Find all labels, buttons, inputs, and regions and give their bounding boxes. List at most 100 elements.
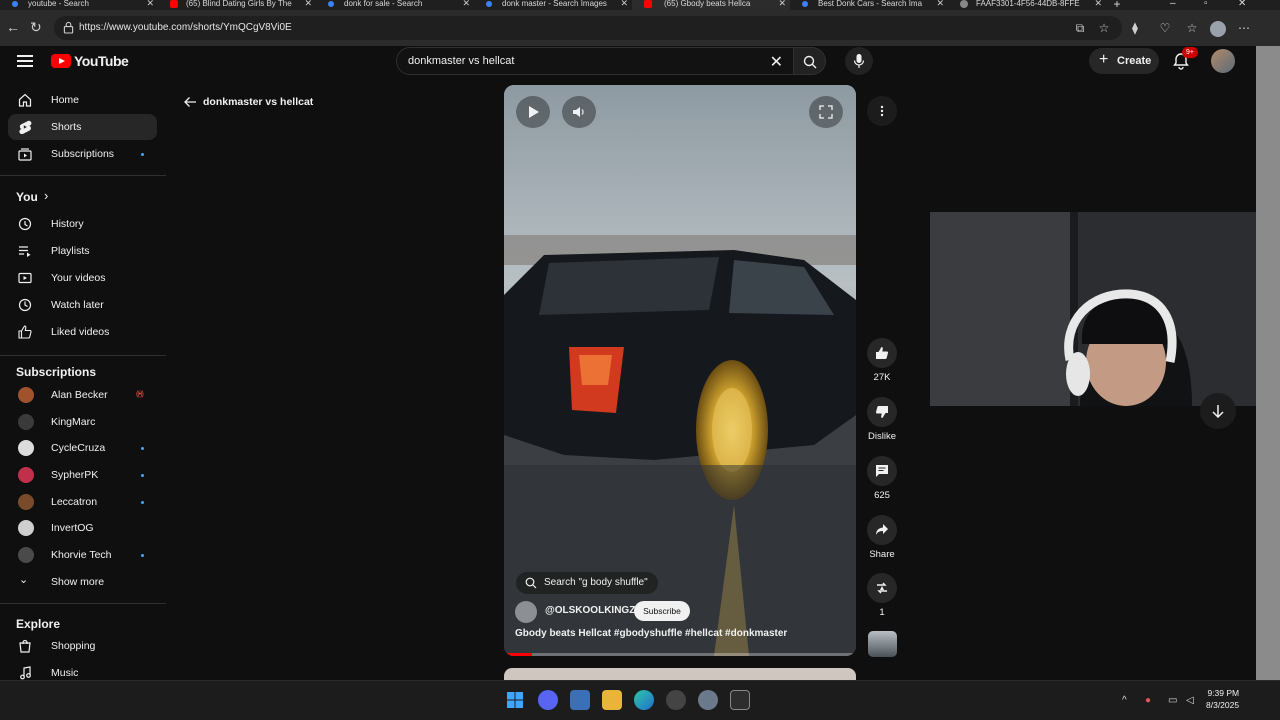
create-button[interactable]: + Create [1089, 48, 1159, 74]
sidebar-item-playlists[interactable]: Playlists [8, 238, 157, 264]
next-short-preview[interactable] [504, 668, 856, 680]
calendar-app-icon[interactable] [570, 690, 590, 710]
video-progress-bar[interactable] [504, 653, 856, 656]
browser-essentials-icon[interactable]: ♡ [1158, 21, 1172, 35]
browser-tab-active[interactable]: (65) Gbody beats Hellca ✕ [632, 0, 790, 10]
audio-source-thumbnail[interactable] [868, 631, 897, 657]
sidebar-item-history[interactable]: History [8, 211, 157, 237]
browser-tab[interactable]: (65) Blind Dating Girls By The ✕ [158, 0, 316, 10]
like-button[interactable] [867, 338, 897, 368]
close-tab-icon[interactable]: ✕ [462, 0, 470, 8]
play-button[interactable] [516, 96, 550, 128]
app-available-icon[interactable]: ⧉ [1073, 21, 1087, 35]
restore-icon[interactable]: ▫ [1204, 0, 1208, 9]
file-explorer-icon[interactable] [602, 690, 622, 710]
terminal-app-icon[interactable] [730, 690, 750, 710]
sidebar-heading-you[interactable]: You › [8, 184, 157, 210]
browser-tab[interactable]: FAAF3301-4F56-44DB-8FFE ✕ [948, 0, 1106, 10]
close-window-icon[interactable]: ✕ [1238, 0, 1246, 9]
next-short-button[interactable] [1200, 393, 1236, 429]
music-note-icon [20, 666, 31, 680]
menu-icon[interactable] [17, 55, 33, 67]
sidebar-item-music[interactable]: Music [8, 660, 157, 680]
more-vertical-icon [880, 105, 884, 117]
remix-action[interactable]: 1 [864, 573, 900, 618]
remix-button[interactable] [867, 573, 897, 603]
comments-action[interactable]: 625 [864, 456, 900, 501]
settings-gear-icon[interactable] [698, 690, 718, 710]
new-tab-button[interactable]: + [1106, 0, 1128, 10]
search-input[interactable]: donkmaster vs hellcat ✕ [396, 47, 794, 75]
browser-tab[interactable]: Best Donk Cars - Search Ima ✕ [790, 0, 948, 10]
discord-icon[interactable] [538, 690, 558, 710]
close-tab-icon[interactable]: ✕ [620, 0, 628, 8]
browser-tab[interactable]: youtube - Search ✕ [0, 0, 158, 10]
sidebar-item-your-videos[interactable]: Your videos [8, 265, 157, 291]
taskbar-clock[interactable]: 9:39 PM 8/3/2025 [1206, 687, 1239, 711]
sidebar-item-subscriptions[interactable]: Subscriptions [8, 141, 157, 167]
shorts-video-player[interactable]: Search "g body shuffle" @OLSKOOLKINGZ Su… [504, 85, 856, 656]
channel-name[interactable]: @OLSKOOLKINGZ [545, 605, 635, 616]
favorite-star-icon[interactable]: ☆ [1097, 21, 1111, 35]
sidebar-channel[interactable]: SypherPK [8, 462, 157, 488]
close-tab-icon[interactable]: ✕ [304, 0, 312, 8]
sidebar-channel[interactable]: InvertOG [8, 515, 157, 541]
sidebar-channel[interactable]: Alan Becker ((•)) [8, 382, 157, 408]
close-tab-icon[interactable]: ✕ [778, 0, 786, 8]
edge-browser-icon[interactable] [634, 690, 654, 710]
speaker-icon[interactable]: ◁ [1186, 695, 1194, 706]
related-search-chip[interactable]: Search "g body shuffle" [516, 572, 658, 594]
account-avatar[interactable] [1211, 49, 1235, 73]
youtube-header: YouTube donkmaster vs hellcat ✕ + Create… [0, 46, 1256, 76]
search-button[interactable] [794, 47, 826, 75]
browser-menu-icon[interactable]: ⋯ [1237, 21, 1251, 35]
dislike-button[interactable] [867, 397, 897, 427]
clear-search-icon[interactable]: ✕ [770, 52, 783, 72]
share-button[interactable] [867, 515, 897, 545]
like-action[interactable]: 27K [864, 338, 900, 383]
back-icon[interactable]: ← [6, 19, 20, 35]
network-icon[interactable]: ▭ [1168, 695, 1177, 706]
game-controller-icon[interactable] [666, 690, 686, 710]
close-tab-icon[interactable]: ✕ [936, 0, 944, 8]
youtube-logo[interactable]: YouTube [51, 53, 129, 69]
site-info-icon[interactable] [63, 21, 74, 34]
sidebar-divider [0, 603, 166, 604]
sidebar-item-home[interactable]: Home [8, 87, 157, 113]
sidebar-item-shopping[interactable]: Shopping [8, 633, 157, 659]
tray-microphone-icon[interactable]: ● [1145, 695, 1151, 706]
close-tab-icon[interactable]: ✕ [1094, 0, 1102, 8]
refresh-icon[interactable]: ↻ [30, 19, 42, 36]
volume-button[interactable] [562, 96, 596, 128]
windows-start-icon[interactable] [505, 690, 525, 710]
comments-button[interactable] [867, 456, 897, 486]
caption-hashtags[interactable]: #gbodyshuffle #hellcat #donkmaster [614, 628, 787, 639]
dislike-action[interactable]: Dislike [864, 397, 900, 442]
browser-tab[interactable]: donk for sale - Search ✕ [316, 0, 474, 10]
channel-avatar[interactable] [515, 601, 537, 623]
share-action[interactable]: Share [864, 515, 900, 560]
minimize-icon[interactable]: – [1170, 0, 1176, 9]
fullscreen-button[interactable] [809, 96, 843, 128]
browser-tab[interactable]: donk master - Search Images ✕ [474, 0, 632, 10]
sidebar-item-watch-later[interactable]: Watch later [8, 292, 157, 318]
sidebar-channel[interactable]: KingMarc [8, 409, 157, 435]
tray-chevron-up-icon[interactable]: ^ [1122, 695, 1127, 706]
sidebar-item-shorts[interactable]: Shorts [8, 114, 157, 140]
voice-search-button[interactable] [845, 47, 873, 75]
favorites-icon[interactable]: ☆ [1185, 21, 1199, 35]
more-options-button[interactable] [867, 96, 897, 126]
sidebar-channel[interactable]: CycleCruza [8, 435, 157, 461]
channel-row: @OLSKOOLKINGZ Subscribe [515, 601, 845, 623]
url-field[interactable]: https://www.youtube.com/shorts/YmQCgV8Vi… [54, 16, 1122, 40]
show-more-button[interactable]: ⌄ Show more [8, 569, 157, 595]
browser-profile-avatar[interactable] [1210, 21, 1226, 37]
sidebar-channel[interactable]: Khorvie Tech [8, 542, 157, 568]
extensions-icon[interactable]: ⧫ [1128, 21, 1142, 35]
close-tab-icon[interactable]: ✕ [146, 0, 154, 8]
sidebar-item-liked-videos[interactable]: Liked videos [8, 319, 157, 345]
sidebar-channel[interactable]: Leccatron [8, 489, 157, 515]
channel-avatar [18, 520, 34, 536]
search-icon [525, 577, 537, 589]
subscribe-button[interactable]: Subscribe [634, 601, 690, 621]
